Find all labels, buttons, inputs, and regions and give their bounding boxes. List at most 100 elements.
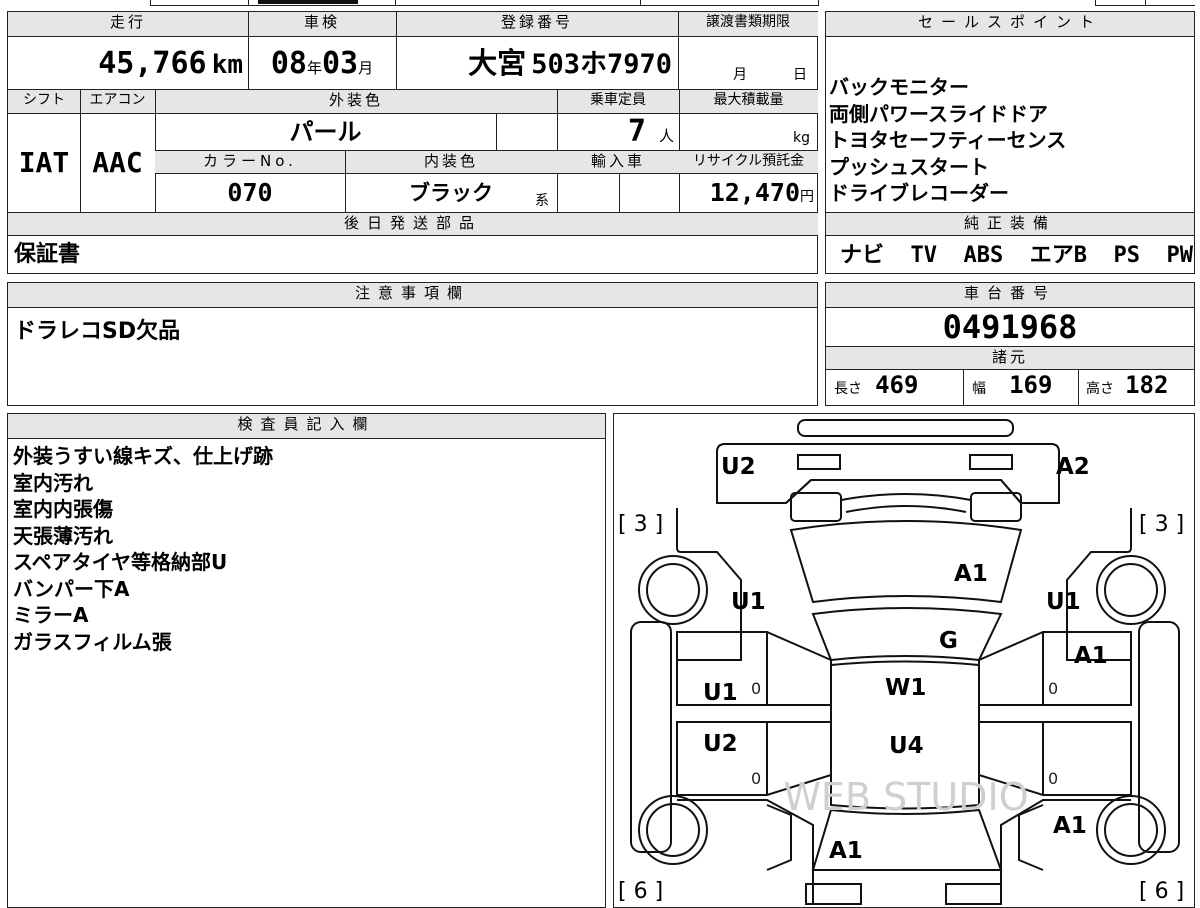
inspection-cell: 08年03月 (248, 38, 396, 89)
registration-cell: 大宮 503ホ7970 (396, 38, 678, 89)
recycle-value: 12,470 (709, 178, 800, 207)
inspector-note: バンパー下A (13, 576, 130, 601)
registration-header: 登録番号 (396, 12, 678, 37)
mileage-cell: 45,766 km (8, 38, 248, 89)
capacity-header: 乗車定員 (557, 90, 679, 114)
equipment-item: ナビ (840, 243, 885, 268)
equipment-item: TV (910, 243, 938, 268)
sales-point-item: ドライブレコーダー (829, 181, 1009, 205)
vehicle-info-table: 走行 車検 登録番号 譲渡書類期限 45,766 km 08年03月 大宮 50… (7, 11, 818, 274)
width-value: 169 (1009, 371, 1053, 399)
capacity-value: 7 (627, 114, 646, 149)
inspector-note: ガラスフィルム張 (13, 629, 172, 654)
plate-region: 大宮 (468, 46, 527, 80)
chassis-no-value: 0491968 (942, 308, 1078, 346)
sales-points-header: セールスポイント (826, 12, 1194, 37)
label-front-left: U2 (721, 454, 756, 480)
deadline-day: 日 (793, 67, 807, 83)
inspector-panel: 検査員記入欄 外装うすい線キズ、仕上げ跡 室内汚れ 室内内張傷 天張薄汚れ スペ… (7, 413, 606, 908)
label-rear-right-fender: A1 (1053, 813, 1087, 839)
chassis-no-header: 車台番号 (826, 283, 1194, 308)
label-front-left-fender: U1 (731, 589, 766, 615)
inspector-note: 天張薄汚れ (13, 523, 113, 548)
interior-color-header: 内装色 (345, 151, 557, 174)
label-tire-front-right: [ 3 ] (1139, 512, 1184, 537)
label-front-right-fender: U1 (1046, 589, 1081, 615)
aircon-header: エアコン (80, 90, 155, 114)
label-rear-roof: U4 (889, 733, 924, 759)
label-tire-rear-right: [ 6 ] (1139, 879, 1184, 904)
mileage-value: 45,766 (98, 46, 207, 81)
label-front-right: A2 (1056, 454, 1090, 480)
shift-value: IAT (18, 146, 70, 179)
deadline-month: 月 (733, 67, 747, 83)
length-label: 長さ (834, 381, 862, 397)
label-tire-front-left: [ 3 ] (618, 512, 663, 537)
car-damage-diagram: WEB STUDIO U2 A2 [ 3 ] [ 3 ] A1 U1 U1 G … (618, 419, 1184, 905)
inspector-note: 室内内張傷 (13, 497, 113, 521)
width-cell: 幅 169 (972, 371, 1077, 399)
exterior-color-value: パール (289, 118, 362, 146)
zero-mark: 0 (1048, 769, 1058, 788)
chassis-panel: 車台番号 0491968 諸元 長さ 469 幅 169 高さ 182 (825, 282, 1195, 406)
aircon-value: AAC (92, 146, 143, 179)
later-parts-header: 後日発送部品 (8, 213, 818, 236)
notes-text: ドラレコSD欠品 (14, 319, 181, 344)
label-tire-rear-left: [ 6 ] (618, 879, 663, 904)
inspector-note: スペアタイヤ等格納部U (13, 550, 228, 574)
inspector-note: 外装うすい線キズ、仕上げ跡 (13, 444, 273, 468)
sales-point-item: トヨタセーフティーセンス (829, 128, 1067, 152)
zero-mark: 0 (751, 769, 761, 788)
genuine-equipment-list: ナビ TV ABS エアB PS PW (840, 239, 1193, 273)
year-unit: 年 (306, 59, 322, 77)
inspection-month: 03 (322, 46, 359, 81)
sales-points-list: バックモニター 両側パワースライドドア トヨタセーフティーセンス プッシュスター… (829, 74, 1191, 207)
sales-points-panel: セールスポイント バックモニター 両側パワースライドドア トヨタセーフティーセン… (825, 11, 1195, 274)
mileage-unit: km (211, 50, 243, 80)
height-value: 182 (1125, 371, 1169, 399)
zero-mark: 0 (1048, 679, 1058, 698)
specs-header: 諸元 (826, 347, 1194, 370)
inspector-note: 室内汚れ (13, 470, 93, 495)
watermark: WEB STUDIO (783, 775, 1028, 819)
inspector-header: 検査員記入欄 (8, 414, 605, 439)
top-cutoff-row (0, 0, 1200, 7)
inspection-header: 車検 (248, 12, 396, 37)
length-cell: 長さ 469 (834, 371, 962, 399)
later-parts-value: 保証書 (14, 242, 81, 267)
recycle-unit: 円 (800, 189, 814, 205)
import-header: 輸入車 (557, 151, 679, 174)
recycle-header: リサイクル預託金 (679, 151, 818, 174)
notes-header: 注意事項欄 (8, 283, 817, 308)
month-unit: 月 (358, 59, 374, 77)
color-no-value: 070 (227, 178, 273, 207)
interior-color-value: ブラック (409, 181, 493, 205)
zero-mark: 0 (751, 679, 761, 698)
width-label: 幅 (972, 381, 986, 397)
label-front-right-door: A1 (1074, 643, 1108, 669)
length-value: 469 (875, 371, 919, 399)
label-hood: A1 (954, 561, 988, 587)
transfer-deadline-header: 譲渡書類期限 (678, 12, 818, 37)
sales-point-item: バックモニター (829, 75, 969, 99)
load-unit: kg (793, 130, 810, 146)
sales-point-item: 両側パワースライドドア (829, 101, 1048, 126)
inspection-year: 08 (270, 46, 307, 81)
capacity-unit: 人 (658, 127, 674, 145)
inspector-notes-list: 外装うすい線キズ、仕上げ跡 室内汚れ 室内内張傷 天張薄汚れ スペアタイヤ等格納… (13, 443, 598, 655)
label-front-left-door: U1 (703, 680, 738, 706)
label-rear: A1 (829, 838, 863, 864)
interior-suffix: 系 (535, 193, 549, 209)
equipment-item: PW (1166, 243, 1194, 268)
max-load-header: 最大積載量 (679, 90, 818, 114)
genuine-equipment-header: 純正装備 (826, 213, 1194, 236)
label-roof: W1 (885, 675, 926, 701)
equipment-item: エアB (1029, 243, 1088, 268)
plate-number: 503ホ7970 (531, 49, 672, 80)
recycle-cell: 12,470円 (679, 174, 818, 212)
notes-panel: 注意事項欄 ドラレコSD欠品 (7, 282, 818, 406)
label-rear-left-door: U2 (703, 731, 738, 757)
height-cell: 高さ 182 (1086, 371, 1194, 399)
equipment-item: PS (1113, 243, 1141, 268)
exterior-color-header: 外装色 (155, 90, 557, 114)
